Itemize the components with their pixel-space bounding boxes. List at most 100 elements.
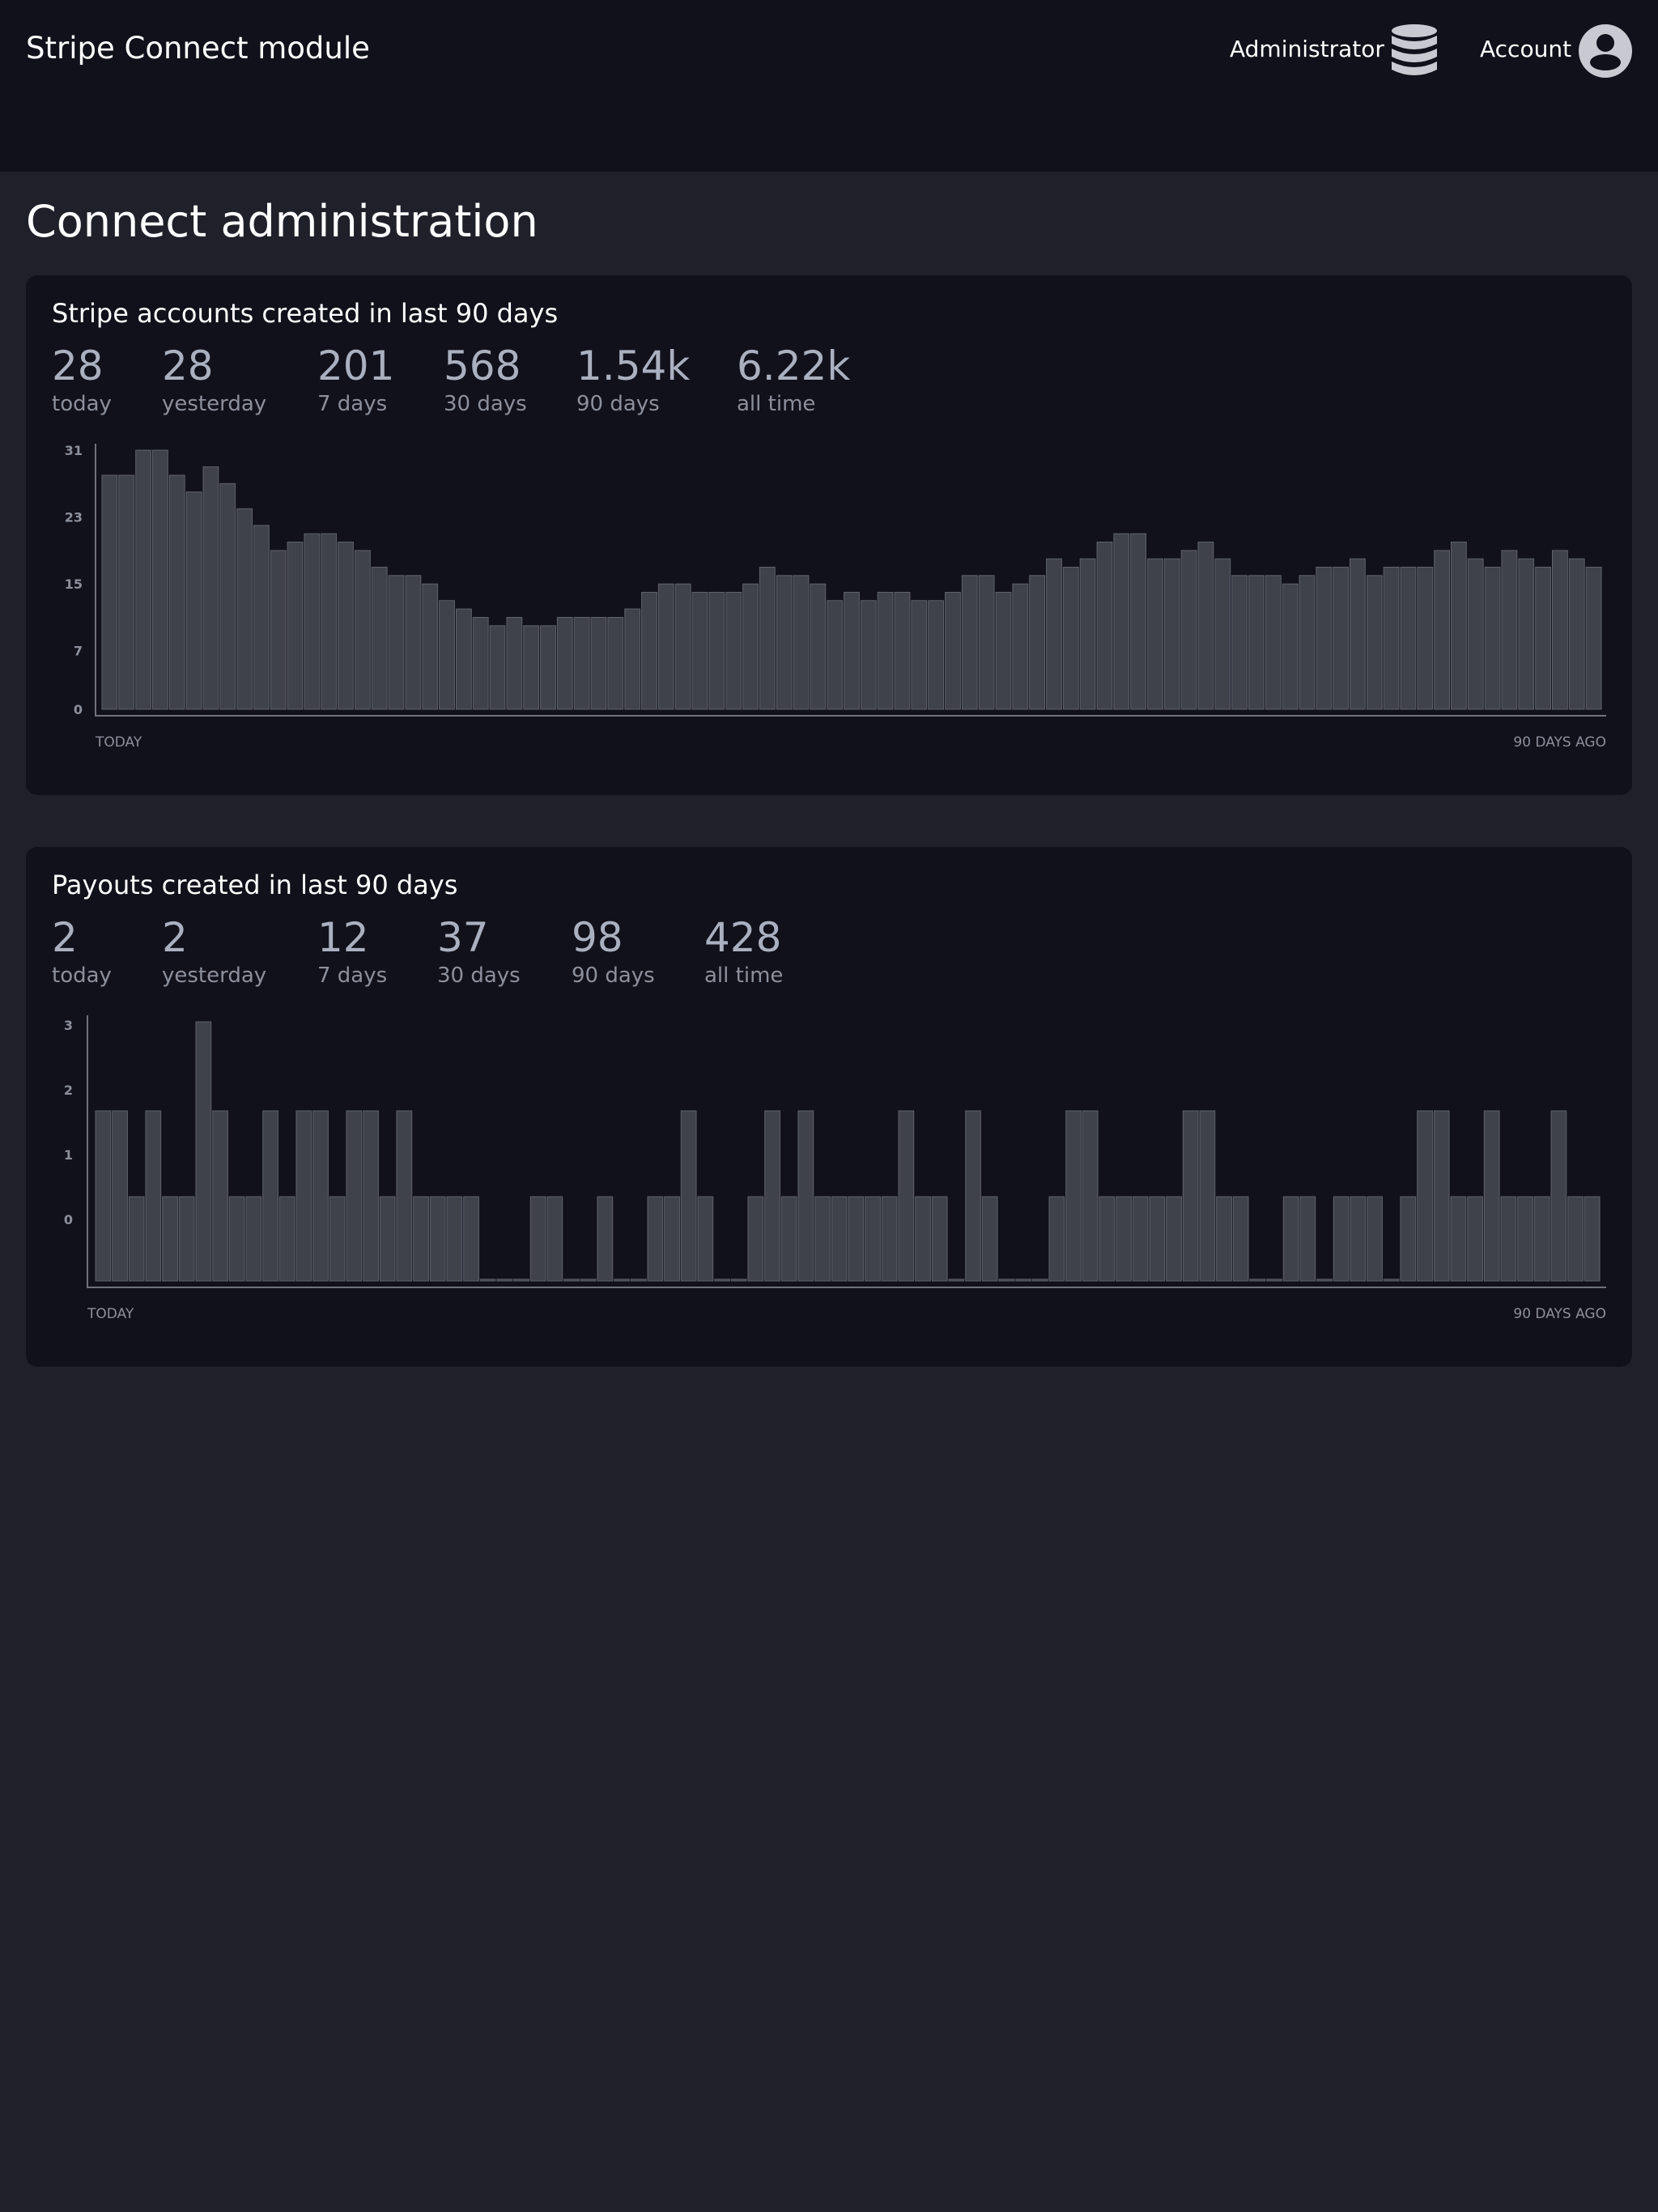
chart-bar: [624, 608, 641, 710]
chart-bar: [329, 1196, 346, 1282]
chart-bar: [1163, 558, 1180, 710]
chart-bar: [894, 592, 911, 710]
chart-bar: [1282, 1196, 1299, 1282]
chart-bar: [429, 1196, 446, 1282]
chart-bar: [1500, 1196, 1517, 1282]
chart-bar: [1517, 1196, 1533, 1282]
chart-bar: [647, 1196, 664, 1282]
chart-bar: [844, 592, 860, 710]
chart-bar: [287, 542, 304, 710]
chart-bar: [674, 583, 691, 710]
y-tick-label: 1: [64, 1147, 73, 1163]
chart-bar: [128, 1196, 145, 1282]
chart-bar: [1149, 1196, 1166, 1282]
chart-bar: [764, 1110, 780, 1282]
chart-bar: [848, 1196, 865, 1282]
app-title[interactable]: Stripe Connect module: [26, 31, 370, 66]
nav-account-label[interactable]: Account: [1480, 36, 1571, 62]
chart-bar: [112, 1110, 128, 1282]
chart-bar: [998, 1278, 1015, 1282]
chart-bar: [742, 583, 759, 710]
y-tick-label: 15: [65, 576, 83, 592]
y-tick-label: 23: [65, 510, 83, 525]
chart-bar: [1062, 567, 1079, 710]
chart-bar: [1082, 1110, 1099, 1282]
chart-bar: [776, 575, 793, 710]
chart-bar: [1199, 1110, 1216, 1282]
chart-bar: [1132, 1196, 1149, 1282]
chart-bar: [152, 449, 168, 710]
chart-bar: [691, 592, 708, 710]
chart-bar: [730, 1278, 747, 1282]
x-start-label: TODAY: [87, 1306, 134, 1322]
chart-bar: [630, 1278, 647, 1282]
chart-bar: [1483, 1110, 1500, 1282]
chart-bar: [489, 625, 506, 710]
chart-bar: [145, 1110, 162, 1282]
chart-bar: [1501, 550, 1518, 710]
chart-bar: [931, 1196, 948, 1282]
chart-bar: [1568, 558, 1585, 710]
chart-bar: [1048, 1196, 1065, 1282]
chart-bar: [1265, 575, 1282, 710]
chart-bar: [1467, 558, 1484, 710]
chart-bar: [295, 1110, 312, 1282]
y-tick-label: 0: [64, 1212, 73, 1227]
database-icon[interactable]: [1391, 24, 1438, 78]
chart-bar: [1065, 1110, 1082, 1282]
chart-bar: [995, 592, 1012, 710]
chart-bar: [1166, 1196, 1182, 1282]
chart-bar: [1180, 550, 1197, 710]
x-end-label: 90 DAYS AGO: [1513, 1306, 1606, 1322]
chart-bar: [831, 1196, 848, 1282]
chart-bar: [1096, 542, 1113, 710]
chart-bar: [911, 600, 928, 710]
user-circle-icon[interactable]: [1579, 24, 1632, 78]
chart-bar: [1012, 583, 1029, 710]
chart-bar: [1216, 1196, 1232, 1282]
chart-bar: [118, 474, 135, 710]
chart-bar: [262, 1110, 278, 1282]
chart-bar: [1015, 1278, 1031, 1282]
chart-bar: [898, 1110, 915, 1282]
chart-bar: [1550, 1110, 1567, 1282]
chart-bar: [1333, 567, 1349, 710]
chart-bar: [814, 1196, 831, 1282]
chart-bar: [680, 1110, 697, 1282]
chart-bar: [496, 1278, 513, 1282]
accounts-card: Stripe accounts created in last 90 days …: [26, 275, 1632, 795]
chart-bar: [304, 533, 321, 710]
chart-bar: [1299, 575, 1316, 710]
x-end-label: 90 DAYS AGO: [1513, 734, 1606, 751]
chart-bar: [664, 1196, 680, 1282]
chart-bar: [965, 1110, 981, 1282]
x-start-label: TODAY: [95, 734, 142, 751]
chart-bar: [881, 1196, 898, 1282]
nav-administrator-label[interactable]: Administrator: [1230, 36, 1384, 62]
chart-bar: [1567, 1196, 1584, 1282]
chart-bar: [978, 575, 995, 710]
page-title: Connect administration: [26, 196, 538, 247]
chart-bar: [556, 617, 573, 710]
y-tick-label: 2: [64, 1083, 73, 1098]
chart-bar: [1535, 567, 1551, 710]
chart-bar: [877, 592, 894, 710]
chart-bar: [1400, 1196, 1417, 1282]
chart-bar: [1099, 1196, 1116, 1282]
chart-bar: [1417, 1110, 1433, 1282]
chart-bar: [793, 575, 810, 710]
chart-bar: [185, 491, 202, 710]
chart-bar: [479, 1278, 496, 1282]
chart-bar: [529, 1196, 546, 1282]
chart-bar: [697, 1196, 714, 1282]
chart-bar: [827, 600, 844, 710]
y-tick-label: 0: [74, 702, 83, 717]
chart-bar: [1232, 1196, 1249, 1282]
chart-bar: [422, 583, 439, 710]
chart-bar: [1383, 1278, 1400, 1282]
chart-bar: [1417, 567, 1434, 710]
chart-bar: [219, 483, 236, 710]
chart-bar: [513, 1278, 529, 1282]
chart-bar: [1383, 567, 1400, 710]
chart-bar: [1467, 1196, 1483, 1282]
